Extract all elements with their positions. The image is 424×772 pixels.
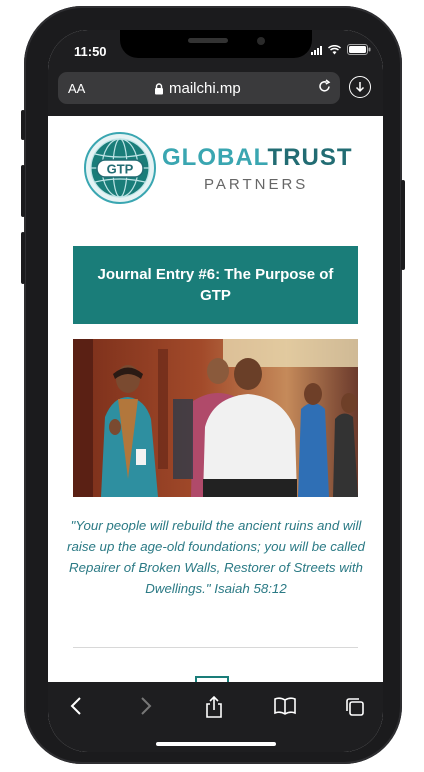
wifi-icon (328, 44, 341, 55)
logo-title-trust: TRUST (267, 144, 353, 171)
article-photo (73, 339, 358, 497)
section-divider (73, 647, 358, 648)
text-size-button[interactable]: AA (68, 81, 85, 96)
url-text: mailchi.mp (169, 80, 241, 97)
battery-icon (347, 44, 371, 55)
screen: 11:50 AA mailchi.mp GTP GLOBALTRUST PART… (48, 30, 383, 752)
volume-down-button (21, 232, 25, 284)
browser-top-bar: 11:50 AA mailchi.mp (48, 30, 383, 116)
tabs-icon[interactable] (344, 696, 366, 718)
logo-badge-text: GTP (107, 162, 134, 177)
back-icon[interactable] (70, 696, 82, 716)
page-content: GTP GLOBALTRUST PARTNERS Journal Entry #… (48, 116, 383, 684)
logo-subtitle: PARTNERS (204, 176, 309, 193)
bookmarks-icon[interactable] (274, 696, 296, 716)
status-time: 11:50 (74, 44, 107, 59)
address-bar[interactable]: AA mailchi.mp (58, 72, 340, 104)
front-camera (257, 37, 265, 45)
signal-icon (311, 45, 322, 55)
power-button (401, 180, 405, 270)
silent-switch (21, 110, 25, 140)
status-indicators (311, 44, 371, 55)
speaker-grille (188, 38, 228, 43)
globe-logo-icon: GTP (84, 132, 156, 204)
browser-toolbar (48, 682, 383, 752)
url-display[interactable]: mailchi.mp (154, 80, 241, 97)
logo-title-global: GLOBAL (162, 144, 268, 171)
gtp-logo: GTP GLOBALTRUST PARTNERS (84, 132, 354, 208)
reload-icon[interactable] (317, 79, 332, 98)
scripture-quote: "Your people will rebuild the ancient ru… (67, 518, 365, 596)
home-indicator[interactable] (156, 742, 276, 746)
article-title-banner: Journal Entry #6: The Purpose of GTP (73, 246, 358, 324)
article-title: Journal Entry #6: The Purpose of GTP (97, 266, 334, 304)
logo-title: GLOBALTRUST (162, 144, 353, 172)
notch (120, 30, 312, 58)
share-icon[interactable] (204, 696, 224, 718)
volume-up-button (21, 165, 25, 217)
forward-icon[interactable] (140, 696, 152, 716)
lock-icon (154, 82, 164, 95)
download-icon[interactable] (349, 76, 371, 98)
